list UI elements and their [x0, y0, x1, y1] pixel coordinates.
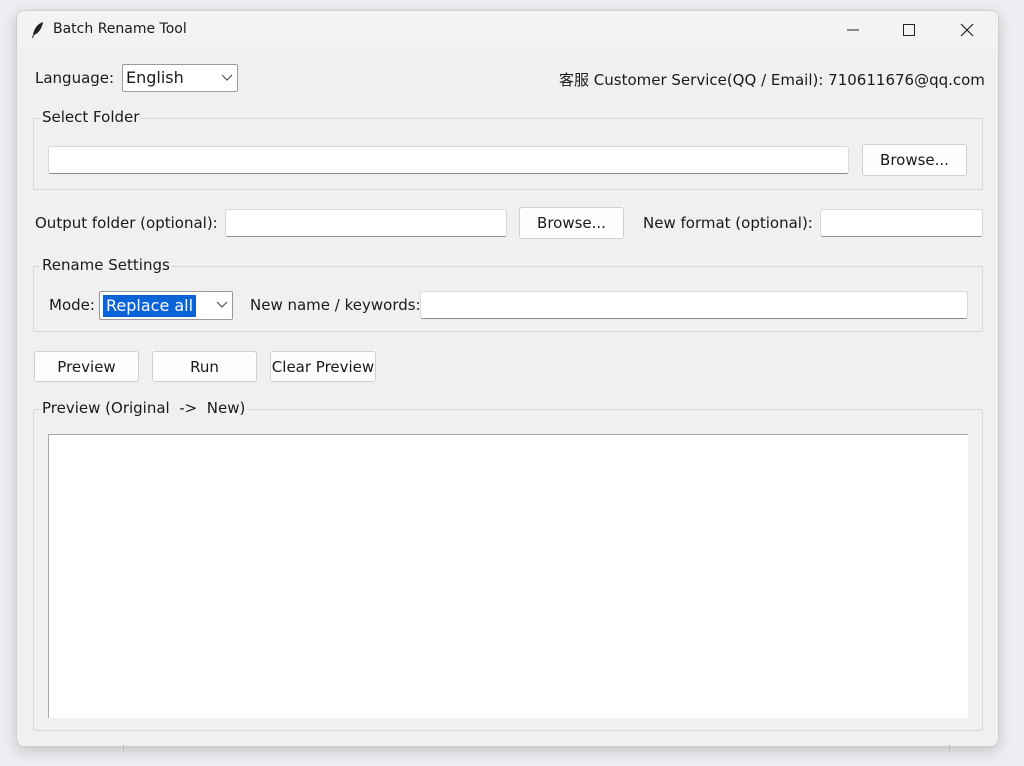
window-title: Batch Rename Tool	[53, 21, 187, 37]
preview-text-area[interactable]	[48, 434, 968, 718]
maximize-icon	[903, 24, 915, 36]
chevron-down-icon	[216, 301, 228, 308]
folder-path-input[interactable]	[48, 146, 849, 174]
keywords-input[interactable]	[420, 291, 968, 319]
minimize-button[interactable]	[825, 11, 881, 49]
rename-settings-title: Rename Settings	[40, 256, 172, 274]
app-window: Batch Rename Tool Language: English 客服 C…	[16, 10, 999, 747]
minimize-icon	[847, 29, 859, 31]
chevron-down-icon	[221, 74, 233, 81]
new-format-label: New format (optional):	[643, 214, 813, 232]
keywords-label: New name / keywords:	[250, 296, 421, 314]
customer-service-info: 客服 Customer Service(QQ / Email): 7106116…	[559, 71, 985, 89]
browse-output-button[interactable]: Browse...	[519, 207, 624, 239]
close-icon	[960, 23, 974, 37]
output-folder-input[interactable]	[225, 209, 507, 237]
mode-select-value: Replace all	[103, 295, 197, 317]
preview-button[interactable]: Preview	[34, 351, 139, 382]
language-select[interactable]: English	[122, 64, 238, 92]
browse-folder-button[interactable]: Browse...	[862, 144, 967, 176]
title-bar: Batch Rename Tool	[17, 11, 998, 49]
close-button[interactable]	[939, 11, 995, 49]
preview-title: Preview (Original -> New)	[40, 399, 248, 417]
feather-icon	[32, 22, 43, 38]
mode-select[interactable]: Replace all	[99, 291, 233, 320]
output-folder-label: Output folder (optional):	[35, 214, 218, 232]
mode-label: Mode:	[49, 296, 95, 314]
new-format-input[interactable]	[820, 209, 983, 237]
clear-preview-button[interactable]: Clear Preview	[270, 351, 376, 382]
background-divider	[123, 745, 124, 751]
select-folder-title: Select Folder	[40, 108, 142, 126]
language-label: Language:	[35, 69, 115, 87]
language-select-value: English	[126, 68, 184, 87]
maximize-button[interactable]	[881, 11, 937, 49]
background-divider	[949, 745, 950, 751]
run-button[interactable]: Run	[152, 351, 257, 382]
